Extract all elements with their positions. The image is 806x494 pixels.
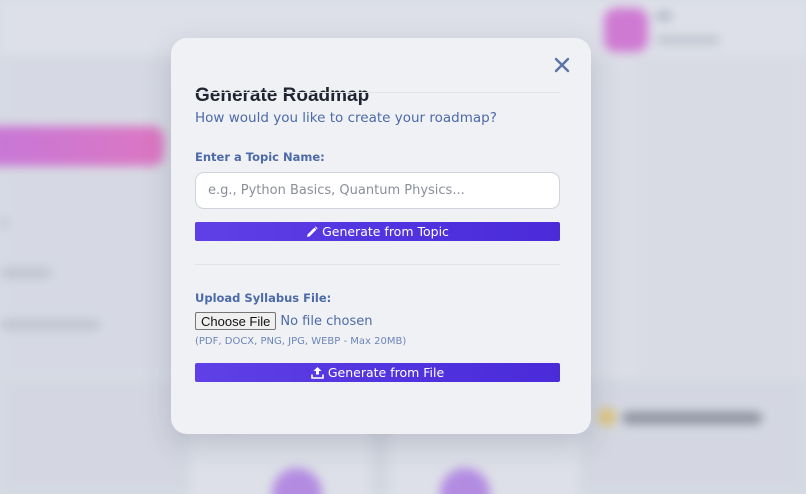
file-input: Choose File No file chosen bbox=[195, 312, 372, 330]
pencil-icon bbox=[306, 225, 318, 238]
file-format-hint: (PDF, DOCX, PNG, JPG, WEBP - Max 20MB) bbox=[195, 336, 407, 347]
generate-from-topic-button[interactable]: Generate from Topic bbox=[195, 222, 560, 241]
topic-input[interactable] bbox=[195, 172, 560, 209]
generate-from-file-label: Generate from File bbox=[327, 365, 445, 380]
close-icon bbox=[554, 57, 570, 73]
title-divider bbox=[195, 92, 560, 93]
close-button[interactable] bbox=[554, 57, 570, 73]
modal-prompt: How would you like to create your roadma… bbox=[195, 110, 497, 126]
upload-label: Upload Syllabus File: bbox=[195, 291, 332, 305]
generate-roadmap-modal: Generate Roadmap How would you like to c… bbox=[171, 38, 591, 434]
modal-title: Generate Roadmap bbox=[195, 85, 370, 106]
topic-label: Enter a Topic Name: bbox=[195, 150, 325, 164]
file-status: No file chosen bbox=[280, 313, 373, 329]
generate-from-topic-label: Generate from Topic bbox=[322, 224, 449, 239]
upload-icon bbox=[311, 366, 324, 379]
choose-file-button[interactable]: Choose File bbox=[195, 312, 277, 330]
section-divider bbox=[195, 264, 560, 265]
generate-from-file-button[interactable]: Generate from File bbox=[195, 363, 560, 382]
